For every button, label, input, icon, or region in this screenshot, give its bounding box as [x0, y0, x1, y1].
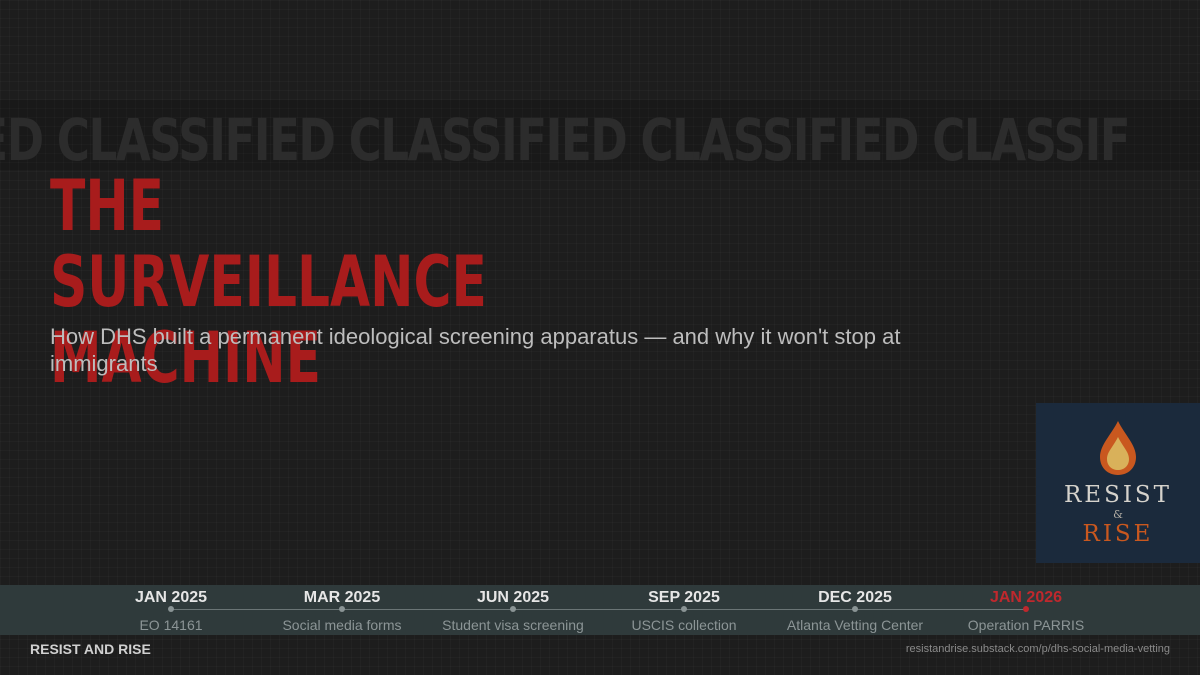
timeline-line — [171, 609, 1026, 610]
timeline-label: USCIS collection — [631, 617, 737, 633]
logo-rise-text: RISE — [1082, 521, 1154, 547]
timeline-label: Operation PARRIS — [967, 617, 1085, 633]
timeline-label: Student visa screening — [442, 617, 584, 633]
timeline-label: Atlanta Vetting Center — [786, 617, 924, 633]
timeline-date: JAN 2025 — [134, 589, 208, 606]
footer-url[interactable]: resistandrise.substack.com/p/dhs-social-… — [906, 643, 1170, 655]
title-line-1: THE SURVEILLANCE — [50, 165, 487, 323]
timeline-dot — [510, 606, 516, 612]
classified-watermark: IED CLASSIFIED CLASSIFIED CLASSIFIED CLA… — [0, 106, 1131, 170]
classified-watermark-band: IED CLASSIFIED CLASSIFIED CLASSIFIED CLA… — [0, 100, 1200, 170]
timeline-date: SEP 2025 — [648, 589, 720, 606]
timeline-dot — [168, 606, 174, 612]
footer-brand: RESIST AND RISE — [30, 641, 151, 657]
timeline-label: Social media forms — [282, 617, 402, 633]
timeline-bar: JAN 2025 EO 14161 MAR 2025 Social media … — [0, 585, 1200, 635]
flame-drop-icon — [1100, 421, 1136, 475]
subtitle: How DHS built a permanent ideological sc… — [50, 324, 901, 376]
timeline-date: JAN 2026 — [989, 589, 1063, 606]
timeline-label: EO 14161 — [139, 617, 203, 633]
timeline-date: MAR 2025 — [303, 589, 381, 606]
logo-ampersand: & — [1113, 508, 1123, 521]
timeline-dot — [852, 606, 858, 612]
timeline-dot — [1023, 606, 1029, 612]
resist-and-rise-logo: RESIST & RISE — [1036, 403, 1200, 563]
timeline-date: DEC 2025 — [818, 589, 892, 606]
timeline-date: JUN 2025 — [476, 589, 550, 606]
logo-resist-text: RESIST — [1063, 482, 1173, 508]
timeline-dot — [681, 606, 687, 612]
timeline-dot — [339, 606, 345, 612]
